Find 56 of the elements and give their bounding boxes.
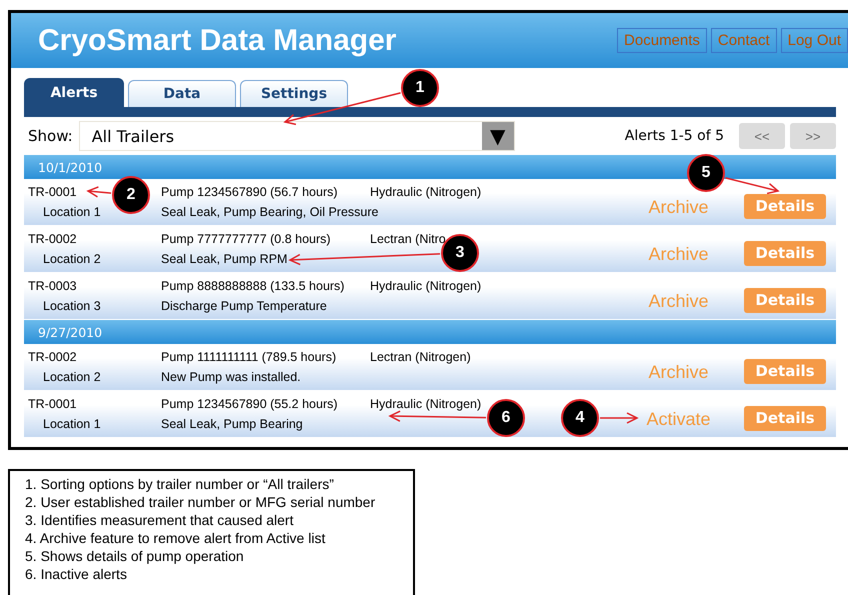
legend-item: 3. Identifies measurement that caused alert [25,511,294,529]
tab[interactable]: Data [128,80,236,107]
pump-text: Pump 8888888888 (133.5 hours) [161,279,346,293]
leader-arrow [725,177,780,194]
action-link[interactable]: Archive [621,244,736,264]
location-text: Location 2 [42,252,101,266]
issue-text: New Pump was installed. [161,370,301,384]
details-button[interactable]: Details [744,288,826,312]
callout-marker: 1 [401,69,439,107]
date-label: 9/27/2010 [38,324,102,340]
legend-item: 4. Archive feature to remove alert from Active list [25,529,326,547]
action-link[interactable]: Activate [621,408,736,430]
issue-text: Seal Leak, Pump Bearing [161,417,303,431]
details-button[interactable]: Details [744,194,826,218]
details-button[interactable]: Details [744,406,826,430]
nav-link[interactable]: Contact [710,28,777,53]
details-button[interactable]: Details [744,240,826,266]
legend-item: 2. User established trailer number or MFG serial number [25,493,376,511]
pump-type: Hydraulic (Nitrogen) [370,185,482,199]
pump-text: Pump 7777777777 (0.8 hours) [161,232,332,246]
trailer-dropdown[interactable]: All Trailers ▼ [78,121,515,151]
location-text: Location 1 [42,205,101,219]
tab[interactable]: Alerts [24,78,124,107]
pager-text: Alerts 1-5 of 5 [624,128,724,144]
location-text: Location 3 [42,299,101,313]
trailer-id: TR-0001 [28,185,77,199]
tab[interactable]: Settings [240,80,348,107]
leader-arrow [600,412,639,424]
trailer-id: TR-0001 [28,397,77,411]
trailer-id: TR-0003 [28,279,77,293]
legend-item: 1. Sorting options by trailer number or “All trailers” [25,475,335,493]
nav-link[interactable]: Documents [617,28,707,53]
pump-text: Pump 1234567890 (56.7 hours) [161,185,339,199]
pump-type: Hydraulic (Nitrogen) [370,279,482,293]
action-link[interactable]: Archive [621,196,736,218]
action-link[interactable]: Archive [621,362,736,382]
pump-text: Pump 1234567890 (55.2 hours) [161,397,339,411]
location-text: Location 1 [42,417,101,431]
app-title: CryoSmart Data Manager [38,24,396,58]
action-link[interactable]: Archive [621,290,736,312]
show-label: Show: [28,127,73,145]
issue-text: Seal Leak, Pump RPM [161,252,288,266]
location-text: Location 2 [42,370,101,384]
trailer-id: TR-0002 [28,232,77,246]
legend-item: 5. Shows details of pump operation [25,547,245,565]
issue-text: Discharge Pump Temperature [161,299,327,313]
details-button[interactable]: Details [744,358,826,384]
nav-link[interactable]: Log Out [780,28,848,53]
pump-type: Hydraulic (Nitrogen) [370,397,482,411]
leader-arrow [86,186,112,198]
issue-text: Seal Leak, Pump Bearing, Oil Pressure [161,205,378,219]
trailer-id: TR-0002 [28,350,77,364]
pump-type: Lectran (Nitrogen) [370,350,471,364]
legend-item: 6. Inactive alerts [25,565,128,583]
date-label: 10/1/2010 [38,160,102,174]
pump-text: Pump 1111111111 (789.5 hours) [161,350,338,364]
